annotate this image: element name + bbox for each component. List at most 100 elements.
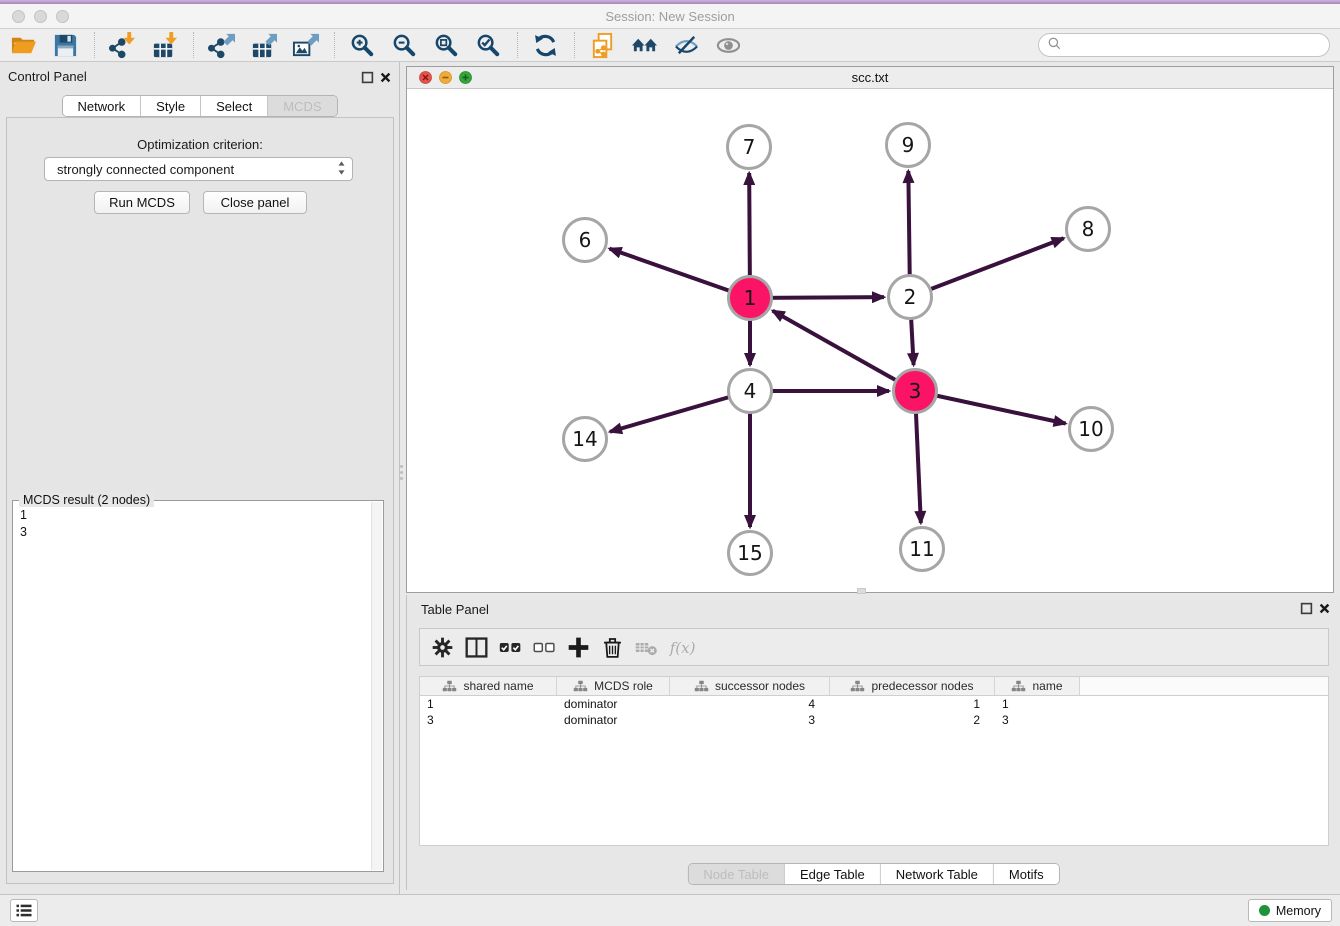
network-window: scc.txt 7 9 6 8 1 2 4 3 14 10 15 11 [406, 66, 1334, 593]
table-row[interactable]: 3dominator323 [420, 712, 1328, 728]
node-label: 4 [744, 379, 757, 403]
refresh-layout-icon[interactable] [530, 30, 560, 60]
table-settings-icon[interactable] [430, 632, 455, 662]
search-input[interactable] [1066, 35, 1329, 55]
network-canvas[interactable]: 7 9 6 8 1 2 4 3 14 10 15 11 [407, 89, 1333, 592]
table-tab-network-table[interactable]: Network Table [881, 864, 994, 884]
select-all-rows-icon[interactable] [498, 632, 523, 662]
column-header-predecessor-nodes[interactable]: predecessor nodes [830, 677, 995, 695]
horizontal-splitter-grip[interactable] [857, 588, 866, 594]
close-panel-button[interactable]: Close panel [203, 191, 307, 214]
network-maximize-light[interactable] [459, 71, 472, 84]
vertical-splitter-grip[interactable] [398, 460, 404, 484]
table-tab-node-table[interactable]: Node Table [688, 864, 785, 884]
home-icon[interactable] [629, 30, 659, 60]
network-minimize-light[interactable] [439, 71, 452, 84]
toolbar-separator [334, 32, 335, 58]
float-panel-icon[interactable] [361, 71, 374, 84]
import-table-icon[interactable] [149, 30, 179, 60]
close-table-panel-icon[interactable] [1318, 602, 1331, 615]
tab-select[interactable]: Select [201, 96, 268, 116]
import-network-icon[interactable] [107, 30, 137, 60]
maximize-window-light[interactable] [56, 10, 69, 23]
zoom-in-icon[interactable] [347, 30, 377, 60]
table-cell[interactable]: 3 [420, 712, 557, 728]
column-header-name[interactable]: name [995, 677, 1080, 695]
deselect-all-rows-icon[interactable] [532, 632, 557, 662]
graph-node-6[interactable]: 6 [564, 219, 607, 262]
table-tab-edge-table[interactable]: Edge Table [785, 864, 881, 884]
table-cell[interactable]: 3 [995, 712, 1080, 728]
zoom-fit-icon[interactable] [431, 30, 461, 60]
column-label: shared name [463, 679, 533, 693]
node-label: 3 [909, 379, 922, 403]
tab-mcds[interactable]: MCDS [268, 96, 336, 116]
save-session-icon[interactable] [50, 30, 80, 60]
close-window-light[interactable] [12, 10, 25, 23]
graph-node-1[interactable]: 1 [729, 277, 772, 320]
control-panel: Control Panel NetworkStyleSelectMCDS Opt… [0, 62, 400, 894]
mcds-result-textarea[interactable]: 13 [13, 504, 371, 871]
table-cell[interactable]: 3 [670, 712, 830, 728]
add-column-icon[interactable] [566, 632, 591, 662]
clone-network-icon[interactable] [587, 30, 617, 60]
graph-node-7[interactable]: 7 [728, 126, 771, 169]
graph-edge-2-8[interactable] [910, 238, 1064, 297]
network-window-titlebar[interactable]: scc.txt [407, 67, 1333, 89]
graph-node-2[interactable]: 2 [889, 276, 932, 319]
table-header-row: shared name MCDS role successor nodes prede… [420, 677, 1328, 696]
export-network-icon[interactable] [206, 30, 236, 60]
tab-network[interactable]: Network [62, 96, 141, 116]
table-tab-motifs[interactable]: Motifs [994, 864, 1059, 884]
table-row[interactable]: 1dominator411 [420, 696, 1328, 712]
mcds-result-group: MCDS result (2 nodes) 13 [12, 500, 384, 872]
hide-panels-icon[interactable] [671, 30, 701, 60]
export-table-icon[interactable] [248, 30, 278, 60]
column-label: MCDS role [594, 679, 653, 693]
export-image-icon[interactable] [290, 30, 320, 60]
zoom-out-icon[interactable] [389, 30, 419, 60]
minimize-window-light[interactable] [34, 10, 47, 23]
column-header-mcds-role[interactable]: MCDS role [557, 677, 670, 695]
float-table-panel-icon[interactable] [1300, 602, 1313, 615]
table-cell[interactable]: 1 [420, 696, 557, 712]
table-cell[interactable]: dominator [557, 712, 670, 728]
run-mcds-button[interactable]: Run MCDS [94, 191, 190, 214]
table-cell[interactable]: 1 [995, 696, 1080, 712]
show-eye-icon[interactable] [713, 30, 743, 60]
open-file-icon[interactable] [8, 30, 38, 60]
network-close-light[interactable] [419, 71, 432, 84]
search-box[interactable] [1038, 33, 1330, 57]
task-history-button[interactable] [10, 899, 38, 922]
zoom-selected-icon[interactable] [473, 30, 503, 60]
graph-edge-3-1[interactable] [773, 311, 915, 391]
memory-label: Memory [1276, 904, 1321, 918]
criterion-dropdown[interactable]: strongly connected component [44, 157, 353, 181]
close-panel-icon[interactable] [379, 71, 392, 84]
column-label: successor nodes [715, 679, 805, 693]
toolbar-separator [574, 32, 575, 58]
memory-button[interactable]: Memory [1248, 899, 1332, 922]
graph-node-15[interactable]: 15 [729, 532, 772, 575]
result-line: 3 [20, 524, 371, 541]
graph-node-8[interactable]: 8 [1067, 208, 1110, 251]
column-header-shared-name[interactable]: shared name [420, 677, 557, 695]
main-toolbar [0, 29, 1340, 62]
tab-style[interactable]: Style [141, 96, 201, 116]
delete-column-icon[interactable] [600, 632, 625, 662]
graph-node-9[interactable]: 9 [887, 124, 930, 167]
result-scrollbar[interactable] [371, 502, 382, 870]
table-cell[interactable]: 4 [670, 696, 830, 712]
table-cell[interactable]: dominator [557, 696, 670, 712]
graph-node-11[interactable]: 11 [901, 528, 944, 571]
column-header-successor-nodes[interactable]: successor nodes [670, 677, 830, 695]
graph-node-3[interactable]: 3 [894, 370, 937, 413]
graph-edge-3-10[interactable] [915, 391, 1066, 424]
graph-node-10[interactable]: 10 [1070, 408, 1113, 451]
table-cell[interactable]: 2 [830, 712, 995, 728]
table-cell[interactable]: 1 [830, 696, 995, 712]
split-panel-icon[interactable] [464, 632, 489, 662]
graph-node-14[interactable]: 14 [564, 418, 607, 461]
graph-node-4[interactable]: 4 [729, 370, 772, 413]
search-icon [1047, 36, 1062, 54]
